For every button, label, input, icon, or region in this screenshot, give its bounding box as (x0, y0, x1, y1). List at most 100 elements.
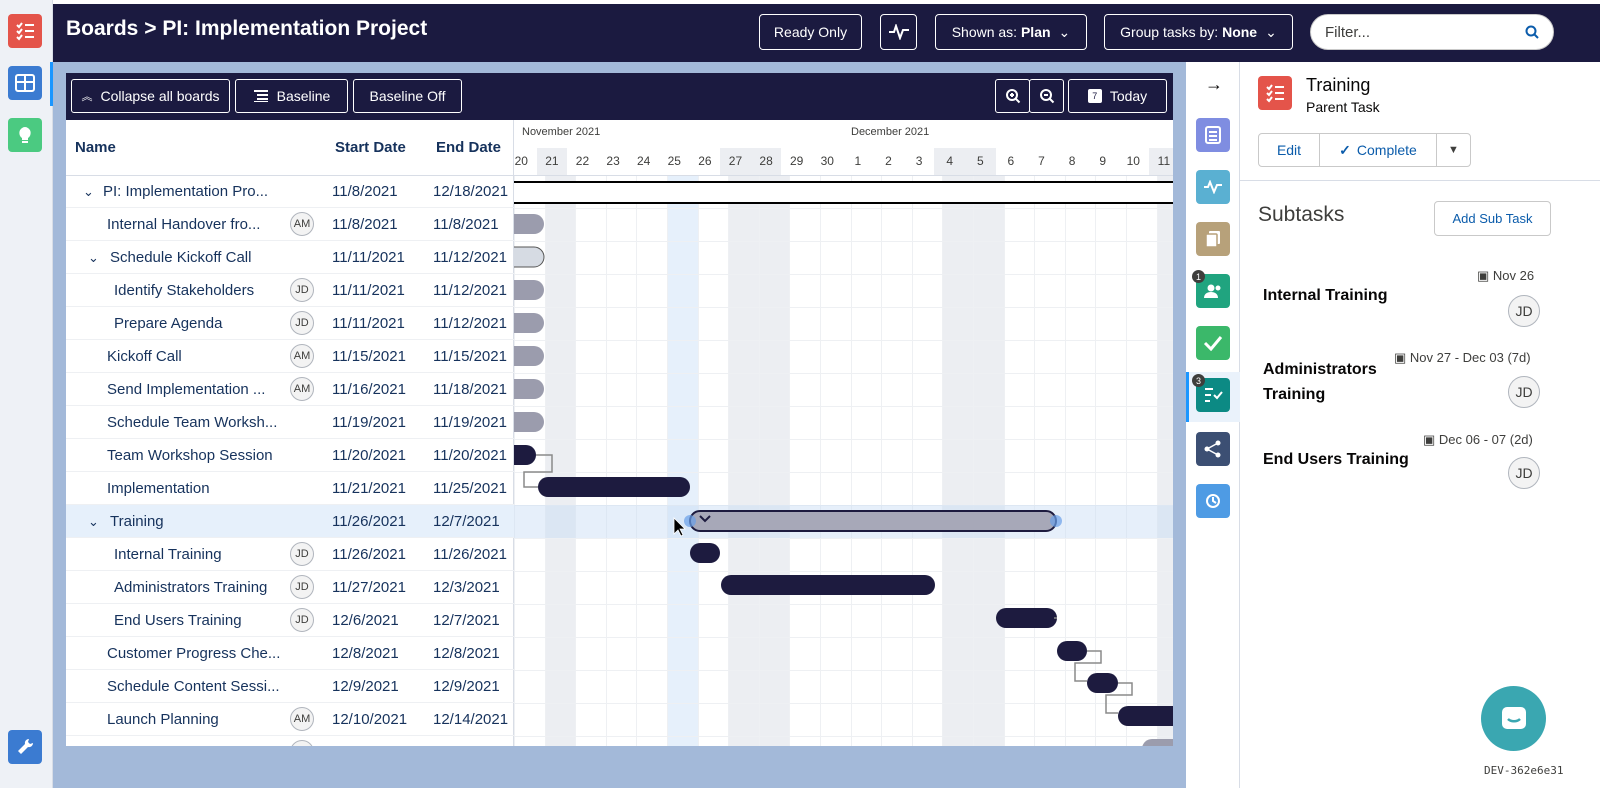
project-summary-bar[interactable] (514, 181, 1173, 204)
start-date[interactable]: 11/11/2021 (332, 307, 405, 340)
table-row[interactable]: Implementation 11/21/2021 11/25/2021 (66, 472, 514, 505)
table-row[interactable]: Send Implementation ... AM 11/16/2021 11/18… (66, 373, 514, 406)
start-date[interactable]: 11/11/2021 (332, 241, 405, 274)
task-bar[interactable] (514, 313, 544, 333)
start-date[interactable]: 11/8/2021 (332, 175, 398, 208)
table-row[interactable]: Internal Handover fro... AM 11/8/2021 11/8/… (66, 208, 514, 241)
task-name[interactable]: PI: Implementation Pro... (103, 175, 268, 208)
column-header-start[interactable]: Start Date (335, 120, 406, 175)
activity-icon[interactable] (1196, 170, 1230, 204)
start-date[interactable]: 11/27/2021 (332, 571, 406, 604)
start-date[interactable]: 11/20/2021 (332, 439, 406, 472)
task-name[interactable]: Internal Handover fro... (107, 208, 260, 241)
table-row[interactable]: Schedule Content Sessi... 12/9/2021 12/9/2… (66, 670, 514, 703)
table-row[interactable]: End Users Training JD 12/6/2021 12/7/2021 (66, 604, 514, 637)
activity-pulse-button[interactable] (880, 14, 917, 50)
checkmark-icon[interactable] (1196, 326, 1230, 360)
task-bar[interactable] (1118, 706, 1173, 726)
collapse-all-button[interactable]: ︽ Collapse all boards (71, 79, 230, 113)
table-row[interactable]: Schedule Team Worksh... 11/19/2021 11/19/2… (66, 406, 514, 439)
task-name[interactable]: Schedule Content Sessi... (107, 670, 280, 703)
end-date[interactable]: 11/8/2021 (433, 208, 499, 241)
task-bar[interactable] (514, 412, 544, 432)
setup-wrench-icon[interactable] (8, 730, 42, 764)
start-date[interactable]: 12/6/2021 (332, 604, 399, 637)
task-bar[interactable] (538, 477, 690, 497)
task-bar[interactable] (514, 214, 544, 234)
task-bar[interactable] (1057, 641, 1087, 661)
start-date[interactable]: 11/26/2021 (332, 505, 406, 538)
task-name[interactable]: Internal Training (114, 538, 222, 571)
start-date[interactable]: 11/8/2021 (332, 208, 398, 241)
start-date[interactable]: 12/9/2021 (332, 670, 399, 703)
drag-handle-start[interactable] (684, 515, 696, 527)
end-date[interactable]: 11/12/2021 (433, 307, 507, 340)
task-bar[interactable] (1142, 739, 1173, 746)
task-name[interactable]: Team Workshop Session (107, 439, 273, 472)
task-bar[interactable] (514, 246, 545, 268)
end-date[interactable]: 11/26/2021 (433, 538, 507, 571)
table-row[interactable]: ⌄ Training 11/26/2021 12/7/2021 (66, 505, 514, 538)
task-name[interactable]: Implementation (107, 472, 210, 505)
more-actions-dropdown[interactable]: ▼ (1436, 133, 1471, 167)
table-row[interactable]: ⌄ PI: Implementation Pro... 11/8/2021 12/18… (66, 175, 514, 208)
add-sub-task-button[interactable]: Add Sub Task (1434, 201, 1551, 236)
subtask-card[interactable]: ▣ Dec 06 - 07 (2d) End Users Training JD (1240, 426, 1600, 506)
end-date[interactable]: 11/18/2021 (433, 373, 507, 406)
edit-button[interactable]: Edit (1258, 133, 1320, 167)
task-bar[interactable] (514, 379, 544, 399)
chevron-down-icon[interactable]: ⌄ (88, 505, 99, 538)
column-header-end[interactable]: End Date (436, 120, 501, 175)
chat-launcher-button[interactable] (1481, 686, 1546, 751)
start-date[interactable]: 11/26/2021 (332, 538, 406, 571)
details-icon[interactable] (1196, 118, 1230, 152)
search-icon[interactable] (1525, 25, 1539, 39)
task-bar[interactable] (996, 608, 1057, 628)
end-date[interactable]: 12/14/2021 (433, 703, 508, 736)
zoom-in-button[interactable] (995, 79, 1030, 113)
task-name[interactable]: Check In/Pre-Launch S... (107, 736, 275, 746)
end-date[interactable]: 11/15/2021 (433, 340, 507, 373)
read-only-button[interactable]: Ready Only (759, 14, 862, 50)
start-date[interactable]: 12/15/2021 (332, 736, 407, 746)
task-name[interactable]: Identify Stakeholders (114, 274, 254, 307)
start-date[interactable]: 11/19/2021 (332, 406, 406, 439)
breadcrumb-root[interactable]: Boards (66, 17, 138, 40)
timer-icon[interactable] (1196, 484, 1230, 518)
task-bar[interactable] (721, 575, 935, 595)
table-row[interactable]: Identify Stakeholders JD 11/11/2021 11/12/2… (66, 274, 514, 307)
table-row[interactable]: Kickoff Call AM 11/15/2021 11/15/2021 (66, 340, 514, 373)
ideas-app-icon[interactable] (8, 118, 42, 152)
end-date[interactable]: 12/15/2021 (433, 736, 508, 746)
boards-app-icon[interactable] (8, 66, 42, 100)
end-date[interactable]: 12/9/2021 (433, 670, 500, 703)
task-name[interactable]: Schedule Kickoff Call (110, 241, 251, 274)
end-date[interactable]: 12/18/2021 (433, 175, 508, 208)
drag-handle-end[interactable] (1050, 515, 1062, 527)
task-bar[interactable] (514, 346, 544, 366)
subtask-card[interactable]: ▣ Nov 27 - Dec 03 (7d) Administrators Tr… (1240, 344, 1600, 424)
end-date[interactable]: 11/20/2021 (433, 439, 507, 472)
table-row[interactable]: Launch Planning AM 12/10/2021 12/14/2021 (66, 703, 514, 736)
task-name[interactable]: End Users Training (114, 604, 242, 637)
start-date[interactable]: 12/8/2021 (332, 637, 399, 670)
column-header-name[interactable]: Name (75, 120, 116, 175)
group-by-dropdown[interactable]: Group tasks by: None ⌄ (1104, 14, 1293, 50)
files-icon[interactable] (1196, 222, 1230, 256)
start-date[interactable]: 11/21/2021 (332, 472, 406, 505)
task-bar[interactable] (514, 445, 536, 465)
task-name[interactable]: Administrators Training (114, 571, 267, 604)
end-date[interactable]: 12/3/2021 (433, 571, 500, 604)
baseline-button[interactable]: Baseline (235, 79, 348, 113)
arrow-right-icon[interactable]: → (1205, 74, 1223, 95)
task-name[interactable]: Training (110, 505, 164, 538)
end-date[interactable]: 11/12/2021 (433, 241, 507, 274)
end-date[interactable]: 12/7/2021 (433, 604, 500, 637)
task-name[interactable]: Launch Planning (107, 703, 219, 736)
end-date[interactable]: 11/19/2021 (433, 406, 507, 439)
task-name[interactable]: Prepare Agenda (114, 307, 222, 340)
zoom-out-button[interactable] (1029, 79, 1064, 113)
task-bar[interactable] (1087, 673, 1118, 693)
complete-button[interactable]: ✓ Complete (1319, 133, 1437, 167)
start-date[interactable]: 12/10/2021 (332, 703, 407, 736)
